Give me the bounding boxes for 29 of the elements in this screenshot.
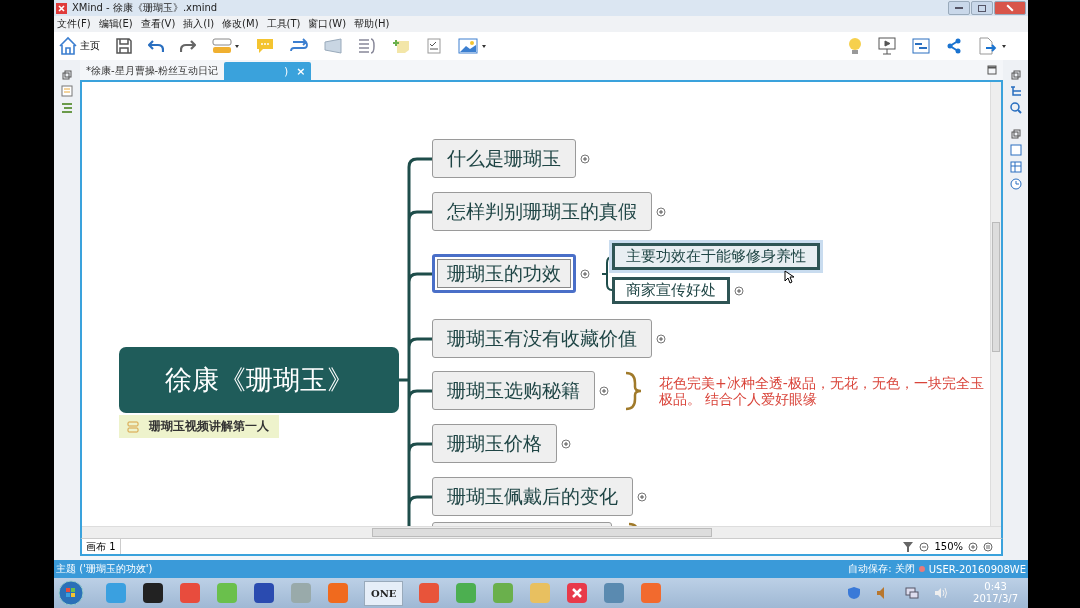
menu-item[interactable]: 查看(V)	[140, 17, 176, 31]
topic[interactable]: 珊瑚玉的功效	[432, 254, 576, 293]
topic[interactable]: 珊瑚玉佩戴后的变化	[432, 477, 633, 516]
user-name: USER-20160908WE	[928, 563, 1026, 575]
menu-item[interactable]: 帮助(H)	[354, 17, 390, 31]
topic[interactable]: 怎样判别珊瑚玉的真假	[432, 192, 652, 231]
menu-item[interactable]: 编辑(E)	[98, 17, 133, 31]
sheet-tab[interactable]: 画布 1	[82, 539, 121, 554]
topic[interactable]: 什么是珊瑚玉	[432, 139, 576, 178]
subtopic[interactable]: 商家宣传好处	[612, 277, 730, 304]
autosave-status: 自动保存: 关闭	[848, 562, 915, 576]
subtopic[interactable]: 主要功效在于能够修身养性	[612, 243, 820, 270]
home-label[interactable]: 主页	[80, 39, 100, 53]
editor-tab[interactable]: *徐康-星月曹操-粉丝互动日记	[80, 62, 225, 80]
window-title: XMind - 徐康《珊瑚玉》.xmind	[72, 1, 219, 15]
summary-text[interactable]: 花色完美+冰种全透-极品，无花，无色，一块完全玉 极品。 结合个人爱好眼缘	[659, 374, 984, 407]
central-topic[interactable]: 徐康《珊瑚玉》	[119, 347, 399, 413]
menu-item[interactable]: 插入(I)	[183, 17, 215, 31]
menu-item[interactable]: 窗口(W)	[308, 17, 347, 31]
zoom-level: 150%	[934, 541, 963, 552]
status-text: 主题 ('珊瑚玉的功效')	[56, 562, 153, 576]
topic[interactable]: 珊瑚玉有没有收藏价值	[432, 319, 652, 358]
taskbar-button[interactable]: ONE	[364, 580, 404, 606]
menu-item[interactable]: 修改(M)	[222, 17, 259, 31]
label-text: 珊瑚玉视频讲解第一人	[149, 418, 269, 435]
topic[interactable]: 珊瑚玉价格	[432, 424, 557, 463]
menu-item[interactable]: 文件(F)	[57, 17, 91, 31]
topic[interactable]: 珊瑚玉选购秘籍	[432, 371, 595, 410]
menu-item[interactable]: 工具(T)	[266, 17, 301, 31]
